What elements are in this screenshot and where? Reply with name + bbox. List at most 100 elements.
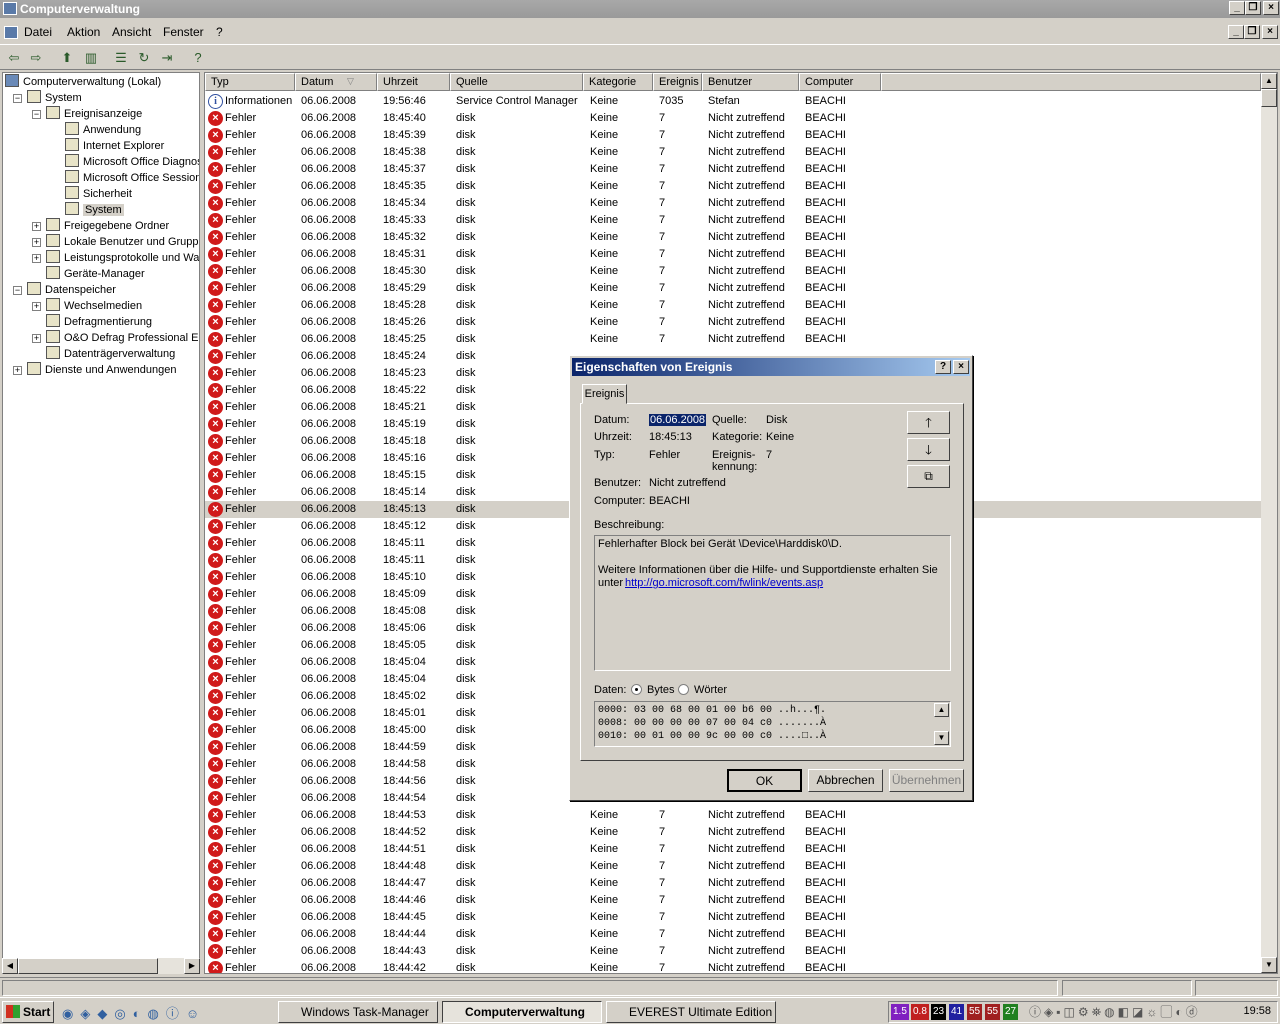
tray-sensor-value[interactable]: 55 <box>967 1004 983 1020</box>
help-icon[interactable]: ? <box>188 48 208 68</box>
next-event-button[interactable]: 🡓 <box>907 438 950 461</box>
expand-icon[interactable]: + <box>32 238 41 247</box>
expand-icon[interactable]: + <box>32 254 41 263</box>
tray-sensor-value[interactable]: 41 <box>949 1004 965 1020</box>
expand-icon[interactable]: + <box>32 302 41 311</box>
apply-button[interactable]: Übernehmen <box>889 769 964 792</box>
event-row[interactable]: × Fehler 06.06.2008 18:44:43 disk Keine 7 Nicht… <box>205 943 1261 960</box>
tree-item[interactable]: Ereignisanzeige <box>46 106 142 122</box>
tree-item[interactable]: O&O Defrag Professional Edi <box>46 330 199 346</box>
child-minimize-button[interactable]: _ <box>1228 25 1244 39</box>
event-row[interactable]: × Fehler 06.06.2008 18:44:52 disk Keine 7 Nicht… <box>205 824 1261 841</box>
help-link[interactable]: http://go.microsoft.com/fwlink/events.as… <box>625 577 823 589</box>
event-row[interactable]: × Fehler 06.06.2008 18:45:30 disk Keine 7 Nicht… <box>205 263 1261 280</box>
scroll-up-icon[interactable]: ▲ <box>1261 73 1277 89</box>
event-row[interactable]: × Fehler 06.06.2008 18:45:31 disk Keine 7 Nicht… <box>205 246 1261 263</box>
event-row[interactable]: × Fehler 06.06.2008 18:45:25 disk Keine 7 Nicht… <box>205 331 1261 348</box>
tray-icons[interactable]: ⓘ◈▪◫⚙⛯◍◧◪☼▢◐ⓓ <box>1029 1003 1201 1020</box>
tree-item[interactable]: Microsoft Office Diagnos <box>65 154 199 170</box>
export-icon[interactable]: ⇥ <box>157 48 177 68</box>
event-row[interactable]: × Fehler 06.06.2008 18:44:51 disk Keine 7 Nicht… <box>205 841 1261 858</box>
previous-event-button[interactable]: 🡑 <box>907 411 950 434</box>
event-row[interactable]: × Fehler 06.06.2008 18:44:47 disk Keine 7 Nicht… <box>205 875 1261 892</box>
menu-help[interactable]: ? <box>216 25 223 39</box>
benutzer-value[interactable]: Nicht zutreffend <box>649 477 726 489</box>
tree-item[interactable]: Freigegebene Ordner <box>46 218 169 234</box>
tray-sensor-value[interactable]: 1.5 <box>891 1004 909 1020</box>
refresh-icon[interactable]: ↻ <box>134 48 154 68</box>
start-button[interactable]: Start <box>2 1001 54 1023</box>
taskbar-task-manager[interactable]: Windows Task-Manager <box>278 1001 438 1023</box>
event-row[interactable]: × Fehler 06.06.2008 18:44:44 disk Keine 7 Nicht… <box>205 926 1261 943</box>
expand-icon[interactable]: + <box>13 366 22 375</box>
datum-value[interactable]: 06.06.2008 <box>649 414 707 426</box>
radio-woerter[interactable] <box>678 684 689 695</box>
tree-item[interactable]: Internet Explorer <box>65 138 164 154</box>
forward-arrow-icon[interactable]: ⇨ <box>26 48 46 68</box>
hex-scroll-down-icon[interactable]: ▼ <box>934 731 949 745</box>
show-tree-icon[interactable]: ▥ <box>81 48 101 68</box>
quicklaunch-icons[interactable]: ◉◈◆◎◐◍ⓘ☺ <box>62 1003 206 1022</box>
tree-item[interactable]: Datenträgerverwaltung <box>46 346 175 362</box>
hex-scroll-up-icon[interactable]: ▲ <box>934 703 949 717</box>
scroll-thumb[interactable] <box>1261 89 1277 107</box>
tree-horizontal-scrollbar[interactable]: ◀ ▶ <box>2 958 200 974</box>
kennung-value[interactable]: 7 <box>766 449 772 461</box>
event-row[interactable]: × Fehler 06.06.2008 18:44:48 disk Keine 7 Nicht… <box>205 858 1261 875</box>
properties-icon[interactable]: ☰ <box>111 48 131 68</box>
cancel-button[interactable]: Abbrechen <box>808 769 883 792</box>
tray-sensor-value[interactable]: 55 <box>985 1004 1001 1020</box>
scroll-left-icon[interactable]: ◀ <box>2 958 18 974</box>
tree-item[interactable]: Datenspeicher <box>27 282 116 298</box>
tree-item[interactable]: Geräte-Manager <box>46 266 145 282</box>
event-row[interactable]: × Fehler 06.06.2008 18:45:33 disk Keine 7 Nicht… <box>205 212 1261 229</box>
expand-icon[interactable]: + <box>32 334 41 343</box>
expand-icon[interactable]: + <box>32 222 41 231</box>
child-restore-button[interactable]: ❐ <box>1244 25 1260 39</box>
menu-fenster[interactable]: Fenster <box>163 25 204 39</box>
event-row[interactable]: × Fehler 06.06.2008 18:45:37 disk Keine 7 Nicht… <box>205 161 1261 178</box>
column-header[interactable]: Benutzer <box>702 73 799 91</box>
console-tree[interactable]: Computerverwaltung (Lokal) − System − Ereig… <box>2 72 200 974</box>
minimize-button[interactable]: _ <box>1229 1 1245 15</box>
data-hex-box[interactable]: 0000: 03 00 68 00 01 00 b6 00 ..h...¶. 0… <box>594 701 951 747</box>
column-header[interactable]: Datum <box>295 73 377 91</box>
column-header[interactable]: Ereignis <box>653 73 702 91</box>
event-row[interactable]: × Fehler 06.06.2008 18:44:45 disk Keine 7 Nicht… <box>205 909 1261 926</box>
uhrzeit-value[interactable]: 18:45:13 <box>649 431 692 443</box>
column-header[interactable]: Computer <box>799 73 881 91</box>
event-row[interactable]: i Informationen 06.06.2008 19:56:46 Service … <box>205 93 1261 110</box>
column-header[interactable]: Typ <box>205 73 295 91</box>
window-titlebar[interactable]: Computerverwaltung _ ❐ × <box>0 0 1280 18</box>
up-folder-icon[interactable]: ⬆ <box>57 48 77 68</box>
event-row[interactable]: × Fehler 06.06.2008 18:45:38 disk Keine 7 Nicht… <box>205 144 1261 161</box>
event-row[interactable]: × Fehler 06.06.2008 18:45:28 disk Keine 7 Nicht… <box>205 297 1261 314</box>
event-row[interactable]: × Fehler 06.06.2008 18:44:53 disk Keine 7 Nicht… <box>205 807 1261 824</box>
back-arrow-icon[interactable]: ⇦ <box>4 48 24 68</box>
menu-ansicht[interactable]: Ansicht <box>112 25 151 39</box>
copy-button[interactable]: ⧉ <box>907 465 950 488</box>
quelle-value[interactable]: Disk <box>766 414 787 426</box>
event-row[interactable]: × Fehler 06.06.2008 18:44:46 disk Keine 7 Nicht… <box>205 892 1261 909</box>
event-row[interactable]: × Fehler 06.06.2008 18:45:34 disk Keine 7 Nicht… <box>205 195 1261 212</box>
typ-value[interactable]: Fehler <box>649 449 680 461</box>
maximize-button[interactable]: ❐ <box>1245 1 1261 15</box>
column-header[interactable]: Uhrzeit <box>377 73 450 91</box>
tab-ereignis[interactable]: Ereignis <box>582 384 627 404</box>
event-row[interactable]: × Fehler 06.06.2008 18:45:26 disk Keine 7 Nicht… <box>205 314 1261 331</box>
taskbar-everest[interactable]: EVEREST Ultimate Edition <box>606 1001 776 1023</box>
event-row[interactable]: × Fehler 06.06.2008 18:45:39 disk Keine 7 Nicht… <box>205 127 1261 144</box>
kategorie-value[interactable]: Keine <box>766 431 794 443</box>
menu-aktion[interactable]: Aktion <box>67 25 100 39</box>
event-row[interactable]: × Fehler 06.06.2008 18:45:32 disk Keine 7 Nicht… <box>205 229 1261 246</box>
tray-sensor-value[interactable]: 23 <box>931 1004 947 1020</box>
collapse-icon[interactable]: − <box>32 110 41 119</box>
column-header[interactable]: Kategorie <box>583 73 653 91</box>
scroll-thumb[interactable] <box>18 958 158 974</box>
list-vertical-scrollbar[interactable]: ▲ ▼ <box>1261 73 1277 973</box>
tree-item[interactable]: Sicherheit <box>65 186 132 202</box>
column-header[interactable]: Quelle <box>450 73 583 91</box>
tree-item[interactable]: Lokale Benutzer und Gruppen <box>46 234 199 250</box>
tree-item[interactable]: Dienste und Anwendungen <box>27 362 177 378</box>
tree-item[interactable]: Anwendung <box>65 122 141 138</box>
